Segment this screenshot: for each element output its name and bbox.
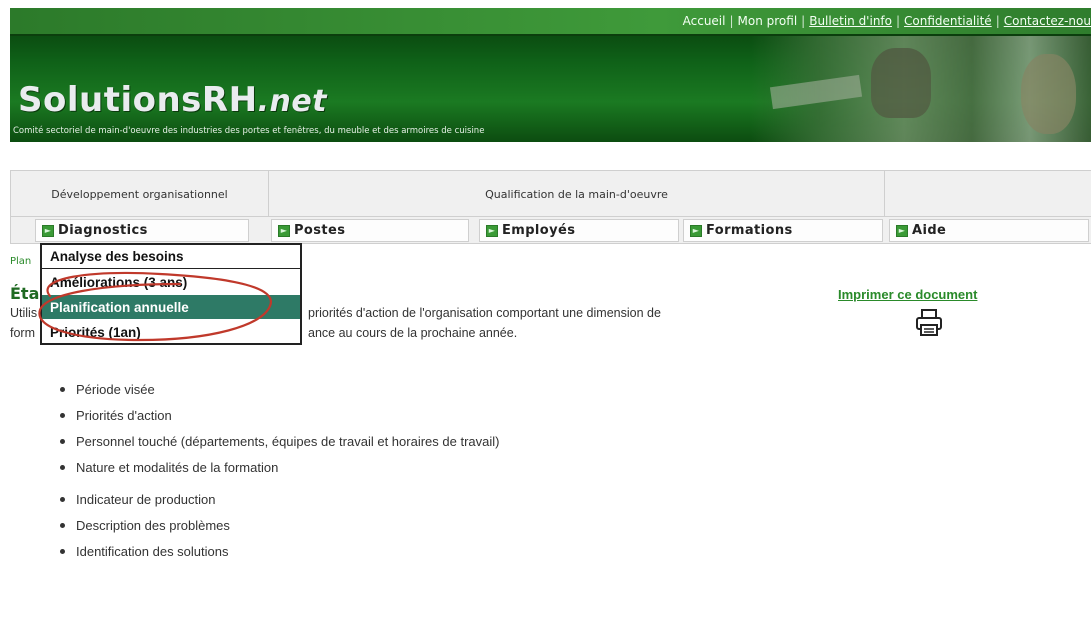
list-item: Nature et modalités de la formation xyxy=(58,454,499,480)
site-logo[interactable]: SolutionsRH.net xyxy=(18,80,327,120)
list-item: Priorités d'action xyxy=(58,402,499,428)
arrow-right-icon: ► xyxy=(278,224,290,237)
menu-item-planification-annuelle[interactable]: Planification annuelle xyxy=(42,295,300,319)
nav-tabs: ► Diagnostics ► Postes ► Employés ► Formatio… xyxy=(11,217,1091,244)
bullet-icon xyxy=(60,522,65,528)
diagnostics-dropdown-menu: Analyse des besoins Améliorations (3 ans… xyxy=(40,243,302,345)
arrow-right-icon: ► xyxy=(486,224,498,237)
site-tagline: Comité sectoriel de main-d'oeuvre des in… xyxy=(13,126,485,136)
printer-icon[interactable] xyxy=(914,308,944,338)
fields-list-a: Période visée Priorités d'action Personn… xyxy=(58,376,499,480)
menu-item-ameliorations[interactable]: Améliorations (3 ans) xyxy=(42,270,300,294)
bullet-icon xyxy=(60,412,65,418)
bullet-icon xyxy=(60,464,65,470)
link-accueil[interactable]: Accueil xyxy=(683,14,726,28)
link-contact[interactable]: Contactez-nou xyxy=(1004,14,1091,28)
nav-categories: Développement organisationnel Qualificat… xyxy=(11,171,1091,217)
tab-formations[interactable]: ► Formations xyxy=(683,219,883,242)
arrow-right-icon: ► xyxy=(42,224,54,237)
nav-category-empty xyxy=(885,171,1091,217)
arrow-right-icon: ► xyxy=(690,224,702,237)
print-document-link[interactable]: Imprimer ce document xyxy=(838,287,977,302)
list-item: Indicateur de production xyxy=(58,486,230,512)
link-confidentialite[interactable]: Confidentialité xyxy=(904,14,992,28)
site-header: Accueil | Mon profil | Bulletin d'info | Confi… xyxy=(10,8,1091,142)
tab-employes[interactable]: ► Employés xyxy=(479,219,679,242)
tab-postes[interactable]: ► Postes xyxy=(271,219,469,242)
top-links: Accueil | Mon profil | Bulletin d'info | Confi… xyxy=(682,14,1091,28)
bullet-icon xyxy=(60,496,65,502)
list-item: Description des problèmes xyxy=(58,512,230,538)
list-item: Période visée xyxy=(58,376,499,402)
menu-item-analyse-besoins[interactable]: Analyse des besoins xyxy=(42,245,300,269)
fields-list-b: Indicateur de production Description des… xyxy=(58,486,230,564)
main-nav: Développement organisationnel Qualificat… xyxy=(10,170,1091,244)
nav-category-qualification: Qualification de la main-d'oeuvre xyxy=(269,171,885,217)
arrow-right-icon: ► xyxy=(896,224,908,237)
nav-category-dev-org: Développement organisationnel xyxy=(11,171,269,217)
tab-diagnostics[interactable]: ► Diagnostics xyxy=(35,219,249,242)
breadcrumb[interactable]: Plan xyxy=(10,256,31,267)
menu-item-priorites[interactable]: Priorités (1an) xyxy=(42,320,300,344)
link-mon-profil[interactable]: Mon profil xyxy=(738,14,798,28)
bullet-icon xyxy=(60,548,65,554)
list-item: Personnel touché (départements, équipes … xyxy=(58,428,499,454)
tab-aide[interactable]: ► Aide xyxy=(889,219,1089,242)
bullet-icon xyxy=(60,386,65,392)
link-bulletin[interactable]: Bulletin d'info xyxy=(809,14,892,28)
header-photo xyxy=(751,36,1091,142)
list-item: Identification des solutions xyxy=(58,538,230,564)
page-title: Éta xyxy=(10,284,40,303)
bullet-icon xyxy=(60,438,65,444)
